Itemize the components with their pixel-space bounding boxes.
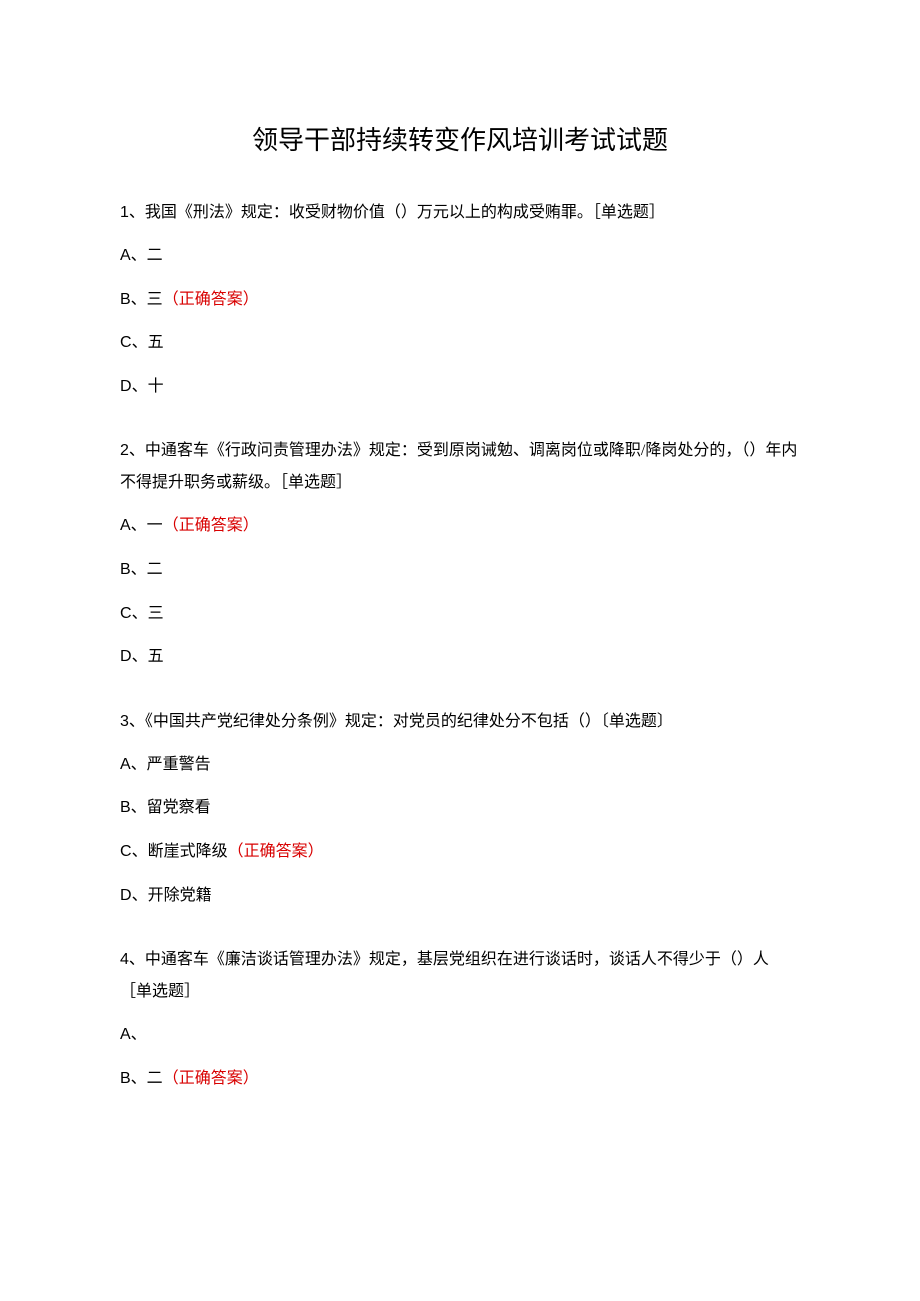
question-type-tag: ［单选题］: [593, 204, 665, 221]
option-letter: D: [120, 887, 132, 904]
question-block: 3、《中国共产党纪律处分条例》规定：对党员的纪律处分不包括（）〔单选题〕 A、严重…: [120, 706, 800, 908]
option-letter: B: [120, 799, 131, 816]
question-block: 1、我国《刑法》规定：收受财物价值（）万元以上的构成受贿罪。［单选题］A、二B、…: [120, 197, 800, 399]
option: A、: [120, 1022, 800, 1048]
question-type-tag: ［单选题］: [280, 474, 352, 491]
question-body: 、中通客车《廉洁谈话管理办法》规定，基层党组织在进行谈话时，谈话人不得少于（）人: [129, 951, 769, 968]
option-text: 、三: [131, 291, 163, 308]
option-letter: A: [120, 1026, 131, 1043]
question-body: 、我国《刑法》规定：收受财物价值（）万元以上的构成受贿罪。: [129, 204, 593, 221]
option-text: 、断崖式降级: [132, 843, 228, 860]
option-text: 、二: [131, 561, 163, 578]
correct-answer-label: （正确答案）: [163, 1070, 259, 1087]
option-text: 、五: [132, 334, 164, 351]
option-text: 、开除党籍: [132, 887, 212, 904]
option-text: 、一: [131, 517, 163, 534]
option-text: 、留党察看: [131, 799, 211, 816]
correct-answer-label: （正确答案）: [163, 291, 259, 308]
question-block: 4、中通客车《廉洁谈话管理办法》规定，基层党组织在进行谈话时，谈话人不得少于（）…: [120, 944, 800, 1091]
document-title: 领导干部持续转变作风培训考试试题: [120, 120, 800, 157]
question-body: 、中通客车《行政问责管理办法》规定：受到原岗诫勉、调离岗位或降职/降岗处分的，（…: [120, 442, 797, 491]
question-block: 2、中通客车《行政问责管理办法》规定：受到原岗诫勉、调离岗位或降职/降岗处分的，…: [120, 435, 800, 669]
options-list: A、一（正确答案） B、二 C、三 D、五: [120, 513, 800, 669]
option-letter: C: [120, 334, 132, 351]
option: B、二: [120, 557, 800, 583]
option: A、二: [120, 243, 800, 269]
question-text: 4、中通客车《廉洁谈话管理办法》规定，基层党组织在进行谈话时，谈话人不得少于（）…: [120, 944, 800, 1008]
option-letter: D: [120, 378, 132, 395]
question-number: 2: [120, 442, 129, 459]
correct-answer-label: （正确答案）: [163, 517, 259, 534]
question-type-tag: ［单选题］: [120, 983, 200, 1000]
question-number: 3: [120, 713, 129, 730]
option: A、一（正确答案）: [120, 513, 800, 539]
question-text: 1、我国《刑法》规定：收受财物价值（）万元以上的构成受贿罪。［单选题］: [120, 197, 800, 229]
option: D、十: [120, 374, 800, 400]
option-letter: C: [120, 605, 132, 622]
option: C、三: [120, 601, 800, 627]
option-text: 、二: [131, 1070, 163, 1087]
option: D、五: [120, 644, 800, 670]
option-letter: D: [120, 648, 132, 665]
option-text: 、五: [132, 648, 164, 665]
question-number: 4: [120, 951, 129, 968]
options-list: A、二 B、三（正确答案） C、五 D、十: [120, 243, 800, 399]
question-type-tag: 〔单选题〕: [601, 713, 673, 730]
option-text: 、: [131, 1026, 147, 1043]
question-number: 1: [120, 204, 129, 221]
questions-container: 1、我国《刑法》规定：收受财物价值（）万元以上的构成受贿罪。［单选题］A、二B、…: [120, 197, 800, 1091]
option-letter: A: [120, 756, 131, 773]
question-text: 2、中通客车《行政问责管理办法》规定：受到原岗诫勉、调离岗位或降职/降岗处分的，…: [120, 435, 800, 499]
option: B、二（正确答案）: [120, 1066, 800, 1092]
option-letter: B: [120, 561, 131, 578]
option-letter: B: [120, 291, 131, 308]
option-text: 、三: [132, 605, 164, 622]
option-text: 、二: [131, 247, 163, 264]
question-text: 3、《中国共产党纪律处分条例》规定：对党员的纪律处分不包括（）〔单选题〕: [120, 706, 800, 738]
options-list: A、 B、二（正确答案）: [120, 1022, 800, 1091]
option: B、三（正确答案）: [120, 287, 800, 313]
option: C、断崖式降级（正确答案）: [120, 839, 800, 865]
option-text: 、十: [132, 378, 164, 395]
correct-answer-label: （正确答案）: [228, 843, 324, 860]
option-text: 、严重警告: [131, 756, 211, 773]
option: C、五: [120, 330, 800, 356]
option: B、留党察看: [120, 795, 800, 821]
option-letter: C: [120, 843, 132, 860]
question-body: 、《中国共产党纪律处分条例》规定：对党员的纪律处分不包括（）: [129, 713, 601, 730]
document-page: 领导干部持续转变作风培训考试试题 1、我国《刑法》规定：收受财物价值（）万元以上…: [0, 0, 920, 1091]
option: A、严重警告: [120, 752, 800, 778]
option: D、开除党籍: [120, 883, 800, 909]
option-letter: A: [120, 517, 131, 534]
options-list: A、严重警告 B、留党察看 C、断崖式降级（正确答案） D、开除党籍: [120, 752, 800, 908]
option-letter: B: [120, 1070, 131, 1087]
option-letter: A: [120, 247, 131, 264]
